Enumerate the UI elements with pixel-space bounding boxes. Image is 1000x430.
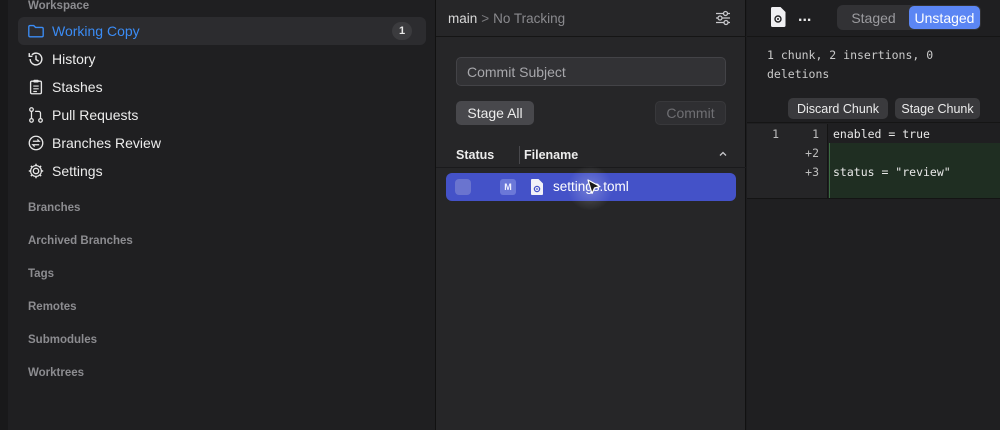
section-header-submodules[interactable]: Submodules	[28, 334, 97, 346]
new-line-number: +2	[805, 146, 819, 160]
branches-review-icon	[26, 133, 46, 153]
new-line-number: 1	[812, 127, 819, 141]
stage-all-button[interactable]: Stage All	[456, 101, 534, 125]
modified-status-badge: M	[500, 179, 516, 195]
section-header-tags[interactable]: Tags	[28, 268, 54, 280]
breadcrumb-separator: >	[481, 10, 490, 26]
column-divider[interactable]	[519, 146, 520, 164]
section-header-workspace: Workspace	[28, 0, 90, 12]
diff-panel: ... Staged Unstaged 1 chunk, 2 insertion…	[747, 0, 1000, 430]
sidebar-item-label: Working Copy	[52, 23, 140, 39]
sort-ascending-icon[interactable]	[718, 149, 728, 159]
sliders-icon[interactable]	[714, 9, 732, 27]
staged-unstaged-segmented-control: Staged Unstaged	[837, 5, 981, 30]
branch-name[interactable]: main	[448, 11, 477, 26]
diff-header: ... Staged Unstaged	[747, 0, 1000, 37]
line-code: enabled = true	[833, 127, 930, 141]
sidebar-item-pull-requests[interactable]: Pull Requests	[18, 101, 426, 129]
tracking-status[interactable]: No Tracking	[493, 11, 565, 26]
sidebar: Workspace Working Copy 1 History Stashes…	[0, 0, 436, 430]
stage-chunk-button[interactable]: Stage Chunk	[895, 98, 980, 119]
tab-staged[interactable]: Staged	[838, 6, 909, 29]
sidebar-item-label: Settings	[52, 163, 103, 179]
sidebar-item-label: Branches Review	[52, 135, 161, 151]
settings-document-icon	[771, 7, 786, 27]
sidebar-edge	[0, 0, 8, 430]
diff-line[interactable]: 1 1 enabled = true	[747, 124, 1000, 143]
folder-icon	[26, 21, 46, 41]
sidebar-item-working-copy[interactable]: Working Copy 1	[18, 17, 426, 45]
history-clock-icon	[26, 49, 46, 69]
sidebar-item-settings[interactable]: Settings	[18, 157, 426, 185]
old-line-number: 1	[772, 127, 779, 141]
line-code: status = "review"	[833, 165, 951, 179]
commit-subject-input[interactable]	[456, 57, 726, 86]
section-header-branches[interactable]: Branches	[28, 202, 80, 214]
sidebar-item-label: Pull Requests	[52, 107, 139, 123]
diff-line-added[interactable]: +2	[747, 143, 1000, 162]
sidebar-item-label: History	[52, 51, 96, 67]
gear-icon	[26, 161, 46, 181]
diff-view[interactable]: 1 1 enabled = true +2 +3 status = "revie…	[747, 124, 1000, 198]
changes-panel: main > No Tracking Stage All Commit Stat…	[436, 0, 746, 430]
diff-line-added-tail	[747, 181, 1000, 198]
mouse-pointer-icon	[587, 179, 601, 195]
added-line-highlight	[829, 181, 1000, 198]
pull-request-icon	[26, 105, 46, 125]
section-header-archived-branches[interactable]: Archived Branches	[28, 235, 133, 247]
more-options-button[interactable]: ...	[798, 8, 811, 26]
column-header-filename[interactable]: Filename	[524, 148, 578, 162]
sidebar-item-history[interactable]: History	[18, 45, 426, 73]
added-line-highlight	[829, 143, 1000, 162]
chunk-toolbar: Discard Chunk Stage Chunk	[747, 97, 1000, 123]
settings-file-icon	[531, 179, 543, 195]
stage-checkbox[interactable]	[455, 179, 471, 195]
branch-header: main > No Tracking	[436, 0, 746, 37]
diff-line-added[interactable]: +3 status = "review"	[747, 162, 1000, 181]
section-header-worktrees[interactable]: Worktrees	[28, 367, 84, 379]
diff-stats: 1 chunk, 2 insertions, 0 deletions	[767, 48, 934, 81]
count-badge: 1	[392, 22, 412, 40]
tab-unstaged[interactable]: Unstaged	[909, 6, 980, 29]
new-line-number: +3	[805, 165, 819, 179]
clipboard-icon	[26, 77, 46, 97]
sidebar-item-stashes[interactable]: Stashes	[18, 73, 426, 101]
column-header-status[interactable]: Status	[456, 148, 494, 162]
diff-end-divider	[747, 198, 1000, 199]
sidebar-item-branches-review[interactable]: Branches Review	[18, 129, 426, 157]
section-header-remotes[interactable]: Remotes	[28, 301, 77, 313]
commit-button[interactable]: Commit	[655, 101, 726, 125]
file-table-header: Status Filename	[436, 142, 746, 168]
sidebar-item-label: Stashes	[52, 79, 103, 95]
discard-chunk-button[interactable]: Discard Chunk	[788, 98, 888, 119]
